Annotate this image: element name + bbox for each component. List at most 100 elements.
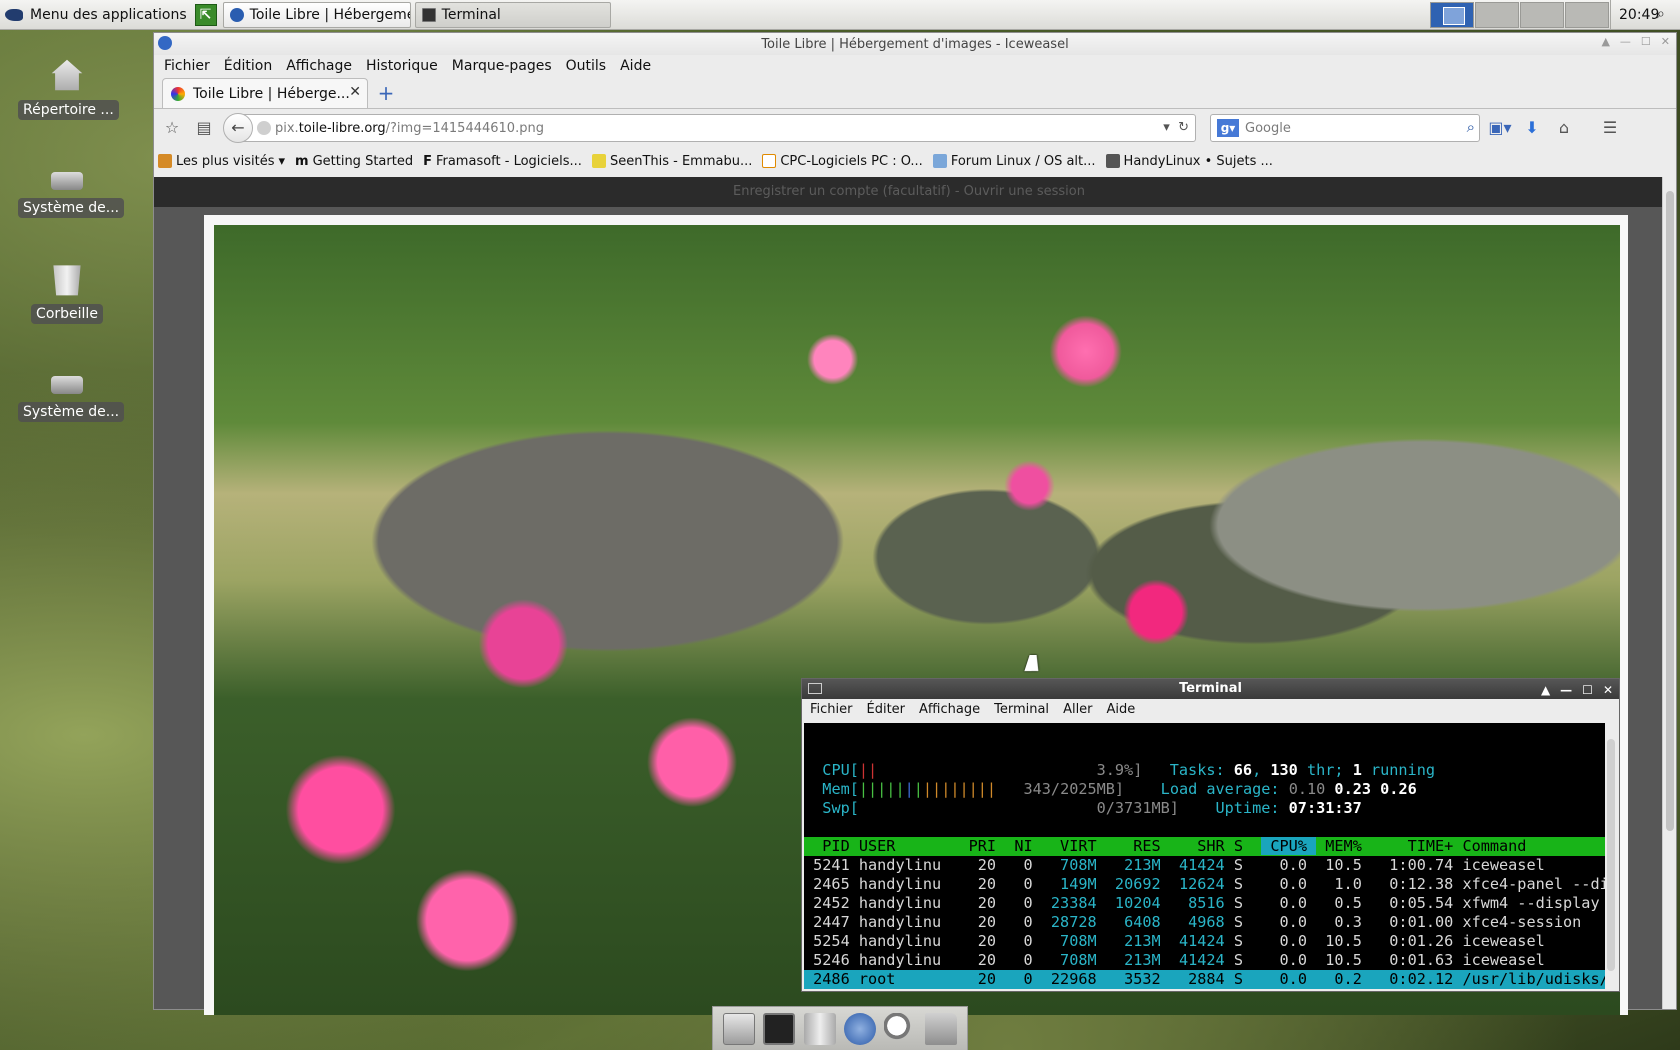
menu-historique[interactable]: Historique <box>360 58 444 74</box>
menu-edition[interactable]: Édition <box>218 58 278 74</box>
process-row[interactable]: 2486 root 20 0 22968 3532 2884 S 0.0 0.2… <box>804 970 1605 989</box>
desktop-icon-trash[interactable]: Corbeille <box>18 262 116 324</box>
process-row[interactable]: 2465 handylinu 20 0 149M 20692 12624 S 0… <box>804 875 1605 894</box>
terminal-menu-terminal[interactable]: Terminal <box>988 702 1055 717</box>
terminal-menu-fichier[interactable]: Fichier <box>804 702 859 717</box>
bookmark-star-icon[interactable]: ☆ <box>160 116 184 140</box>
cabinet-icon[interactable] <box>803 1012 836 1045</box>
process-row[interactable]: 2452 handylinu 20 0 23384 10204 8516 S 0… <box>804 894 1605 913</box>
process-pri: 20 <box>959 932 1006 950</box>
column-header-time[interactable]: TIME+ <box>1371 837 1462 855</box>
new-tab-icon[interactable]: + <box>372 80 400 108</box>
menu-outils[interactable]: Outils <box>560 58 612 74</box>
maximize-icon[interactable]: ☐ <box>1641 35 1651 48</box>
terminal-menu-affichage[interactable]: Affichage <box>913 702 986 717</box>
workspace-1[interactable] <box>1430 2 1474 28</box>
close-tab-icon[interactable]: ✕ <box>349 84 361 100</box>
column-header-pri[interactable]: PRI <box>959 837 1005 855</box>
workspace-2[interactable] <box>1475 2 1519 28</box>
logout-launcher-icon[interactable]: ⇱ <box>194 3 217 26</box>
download-arrow-icon[interactable]: ⬇ <box>1520 116 1544 140</box>
menu-marque-pages[interactable]: Marque-pages <box>446 58 558 74</box>
files-icon[interactable] <box>723 1012 756 1045</box>
bookmark-most-visited[interactable]: Les plus visités ▾ <box>158 154 285 169</box>
process-row[interactable]: 2447 handylinu 20 0 28728 6408 4968 S 0.… <box>804 913 1605 932</box>
panel-clock[interactable]: 20:49 <box>1610 0 1659 30</box>
history-dropdown-icon[interactable]: ▾ <box>1163 120 1170 135</box>
bookmark-framasoft[interactable]: F Framasoft - Logiciels... <box>423 154 582 169</box>
url-bar[interactable]: ← pix. toile-libre.org/?img=1415444610.pn… <box>223 113 1196 143</box>
search-icon[interactable] <box>884 1012 917 1045</box>
close-icon[interactable]: ✕ <box>1603 680 1613 700</box>
workspace-4[interactable] <box>1565 2 1609 28</box>
bookmark-seenthis[interactable]: SeenThis - Emmabu... <box>591 154 752 169</box>
minimize-icon[interactable]: — <box>1560 680 1572 700</box>
hamburger-menu-icon[interactable]: ☰ <box>1598 116 1622 140</box>
desktop-icon-filesystem-2[interactable]: Système de... <box>18 364 125 422</box>
workspace-3[interactable] <box>1520 2 1564 28</box>
folder-icon[interactable] <box>924 1012 957 1045</box>
process-virt: 708M <box>1041 856 1106 874</box>
reload-icon[interactable]: ↻ <box>1178 120 1189 135</box>
bookmark-getting-started[interactable]: m Getting Started <box>295 154 413 169</box>
search-icon[interactable]: ⌕ <box>1467 118 1475 136</box>
process-res: 20692 <box>1105 875 1170 893</box>
terminal-titlebar[interactable]: Terminal ▲ — ☐ ✕ <box>802 679 1619 699</box>
process-row[interactable]: 5241 handylinu 20 0 708M 213M 41424 S 0.… <box>804 856 1605 875</box>
bookmark-handylinux[interactable]: HandyLinux • Sujets ... <box>1105 154 1273 169</box>
terminal-icon[interactable] <box>763 1012 796 1045</box>
google-engine-icon[interactable]: g▾ <box>1217 119 1239 137</box>
desktop-icon-filesystem-1[interactable]: Système de... <box>18 160 125 218</box>
back-arrow-icon[interactable]: ← <box>223 113 253 143</box>
column-header-cpu[interactable]: CPU% <box>1261 837 1317 855</box>
browser-titlebar[interactable]: Toile Libre | Hébergement d'images - Ice… <box>154 33 1676 55</box>
cpu-bar: || <box>858 761 878 779</box>
terminal-output[interactable]: CPU[|| 3.9%] Tasks: 66, 130 thr; 1 runni… <box>804 723 1605 989</box>
taskbar-item-label: Terminal <box>441 6 501 23</box>
close-icon[interactable]: ✕ <box>1661 35 1670 48</box>
taskbar-item-terminal[interactable]: Terminal <box>414 1 611 28</box>
desktop-icon-label: Corbeille <box>31 304 103 324</box>
scrollbar-thumb[interactable] <box>1607 739 1615 971</box>
applications-menu-button[interactable]: Menu des applications <box>0 0 193 30</box>
bookmark-forum-linux[interactable]: Forum Linux / OS alt... <box>932 154 1096 169</box>
shade-icon[interactable]: ▲ <box>1601 35 1609 48</box>
menu-affichage[interactable]: Affichage <box>280 58 358 74</box>
bookmark-cpc-logiciels[interactable]: CPC-Logiciels PC : O... <box>762 154 923 169</box>
column-header-res[interactable]: RES <box>1106 837 1170 855</box>
search-input[interactable]: g▾ Google ⌕ <box>1210 114 1480 142</box>
minimize-icon[interactable]: — <box>1620 35 1631 48</box>
process-pri: 20 <box>959 970 1006 988</box>
column-header-command[interactable]: Command <box>1462 837 1605 855</box>
terminal-scrollbar[interactable] <box>1605 723 1617 989</box>
column-header-shr[interactable]: SHR <box>1170 837 1234 855</box>
taskbar-item-iceweasel[interactable]: Toile Libre | Hébergeme... <box>222 1 411 28</box>
maximize-icon[interactable]: ☐ <box>1582 680 1593 700</box>
desktop-icon-label: Répertoire ... <box>18 100 119 120</box>
page-scrollbar[interactable] <box>1662 177 1676 1009</box>
menu-fichier[interactable]: Fichier <box>158 58 216 74</box>
terminal-menu-aller[interactable]: Aller <box>1057 702 1098 717</box>
search-icon[interactable]: ⌕ <box>1657 6 1675 24</box>
column-header-user[interactable]: USER <box>859 837 960 855</box>
process-row[interactable]: 5254 handylinu 20 0 708M 213M 41424 S 0.… <box>804 932 1605 951</box>
tab-toile-libre[interactable]: Toile Libre | Héberge... ✕ <box>162 78 368 108</box>
shade-icon[interactable]: ▲ <box>1541 680 1550 700</box>
column-header-virt[interactable]: VIRT <box>1042 837 1106 855</box>
terminal-menu-aide[interactable]: Aide <box>1101 702 1142 717</box>
process-row[interactable]: 5246 handylinu 20 0 708M 213M 41424 S 0.… <box>804 951 1605 970</box>
desktop-icon-home[interactable]: Répertoire ... <box>18 58 119 120</box>
reading-list-icon[interactable]: ▤ <box>192 116 216 140</box>
extension-icon[interactable]: ▣▾ <box>1488 116 1512 140</box>
column-header-mem[interactable]: MEM% <box>1316 837 1371 855</box>
site-account-bar[interactable]: Enregistrer un compte (facultatif) - Ouv… <box>154 177 1664 207</box>
web-icon[interactable] <box>844 1012 877 1045</box>
home-icon[interactable]: ⌂ <box>1552 116 1576 140</box>
column-header-ni[interactable]: NI <box>1005 837 1042 855</box>
scrollbar-thumb[interactable] <box>1666 191 1674 831</box>
process-cmd: iceweasel <box>1462 951 1545 969</box>
column-header-pid[interactable]: PID <box>804 837 859 855</box>
terminal-menu-editer[interactable]: Éditer <box>861 702 912 717</box>
column-header-s[interactable]: S <box>1234 837 1261 855</box>
menu-aide[interactable]: Aide <box>614 58 657 74</box>
